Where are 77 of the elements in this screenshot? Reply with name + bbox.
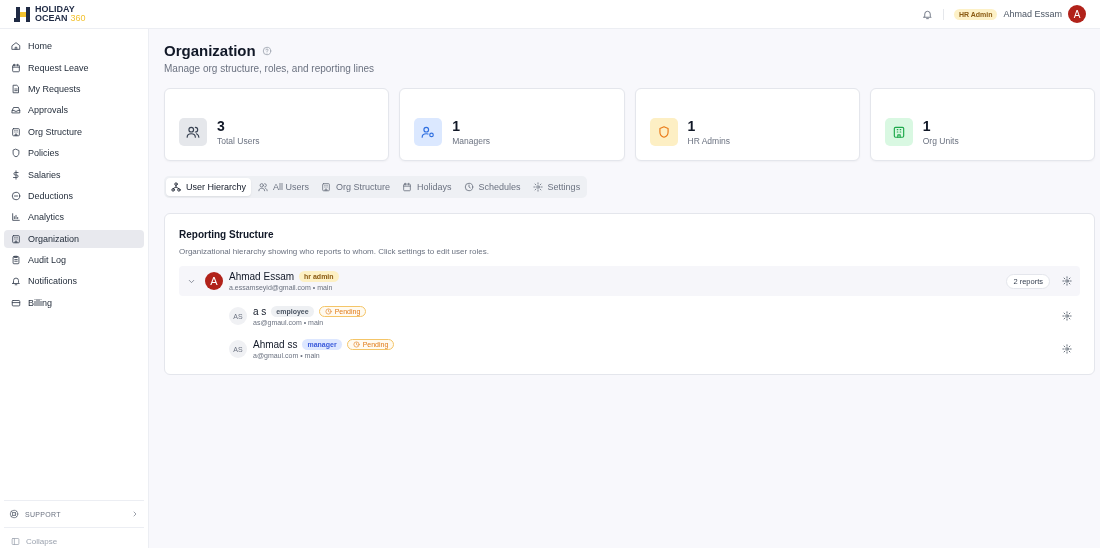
sidebar-item[interactable]: Deductions [4,186,144,206]
logo-icon [14,5,32,23]
stat-value: 3 [217,119,226,134]
tab[interactable]: All Users [253,178,315,196]
minus-circle-icon [11,190,21,201]
building-icon [11,126,21,137]
stat-label: HR Admins [687,136,730,146]
sidebar-item[interactable]: Salaries [4,165,144,184]
settings-button[interactable] [1062,344,1072,354]
user-avatar[interactable]: A [1068,5,1086,23]
user-name: a s [253,306,267,317]
tab[interactable]: Org Structure [316,178,396,196]
user-name: Ahmad Essam [1003,9,1062,19]
clipboard-icon [11,255,21,266]
stat-value: 1 [922,119,932,134]
brand-suffix: 360 [70,14,86,23]
credit-card-icon [11,297,21,308]
tab[interactable]: Holidays [397,178,457,196]
tab[interactable]: Settings [527,178,586,196]
user-avatar: A [205,272,223,290]
panel-title: Reporting Structure [179,229,275,240]
settings-icon [1062,344,1072,354]
page-subtitle: Manage org structure, roles, and reporting lines [164,63,376,74]
brand-name: OCEAN [35,14,68,23]
chevron-right-icon [131,510,139,518]
clock-icon [352,341,360,348]
users-icon [258,182,268,192]
sidebar-item[interactable]: Policies [4,143,144,163]
settings-button[interactable] [1062,311,1072,321]
page-title: Organization [164,42,256,59]
stat-label: Org Units [922,136,959,146]
sidebar-item[interactable]: Approvals [4,101,144,120]
stat-label: Total Users [217,136,260,146]
sidebar-item[interactable]: Audit Log [4,250,144,270]
hierarchy-icon [171,182,181,192]
sidebar-item[interactable]: Analytics [4,208,144,227]
building-icon [11,233,21,244]
tab[interactable]: Schedules [458,178,526,196]
sidebar-item[interactable]: Home [4,37,144,56]
user-name: Ahmad ss [253,339,298,350]
help-icon [261,45,272,56]
calendar-icon [402,182,413,192]
building-icon [891,125,906,139]
sidebar-item[interactable]: Request Leave [4,58,144,77]
clock-icon [324,308,332,315]
shield-icon [11,148,21,159]
settings-button[interactable] [1062,276,1072,286]
inbox-icon [11,105,21,116]
settings-icon [1062,276,1072,286]
document-icon [11,83,21,94]
bell-icon [11,276,21,287]
stat-value: 1 [452,119,462,134]
clock-icon [463,182,474,192]
bar-chart-icon [11,212,21,223]
user-name: Ahmad Essam [229,271,295,282]
sidebar-item[interactable]: Org Structure [4,122,144,141]
lifebuoy-icon [9,509,19,519]
sidebar-item[interactable]: Organization [4,229,144,248]
settings-icon [532,182,543,192]
tab[interactable]: User Hierarchy [166,178,251,196]
sidebar-item[interactable]: Billing [4,293,144,313]
stat-label: Managers [452,136,491,146]
settings-icon [1062,311,1072,321]
sidebar-icon [11,536,20,546]
users-icon [186,125,200,139]
house-icon [11,41,21,52]
panel-description: Organizational hierarchy showing who reports to whom. Click settings to edit user roles. [179,247,490,256]
user-gear-icon [421,125,436,139]
brand-name: HOLIDAY [35,5,76,14]
building-icon [321,182,332,192]
stat-value: 1 [687,119,697,134]
bell-icon[interactable] [921,8,933,20]
calendar-icon [11,62,21,73]
sidebar-item[interactable]: My Requests [4,79,144,99]
dollar-icon [11,169,21,180]
shield-icon [656,125,671,139]
sidebar-item[interactable]: Notifications [4,272,144,291]
